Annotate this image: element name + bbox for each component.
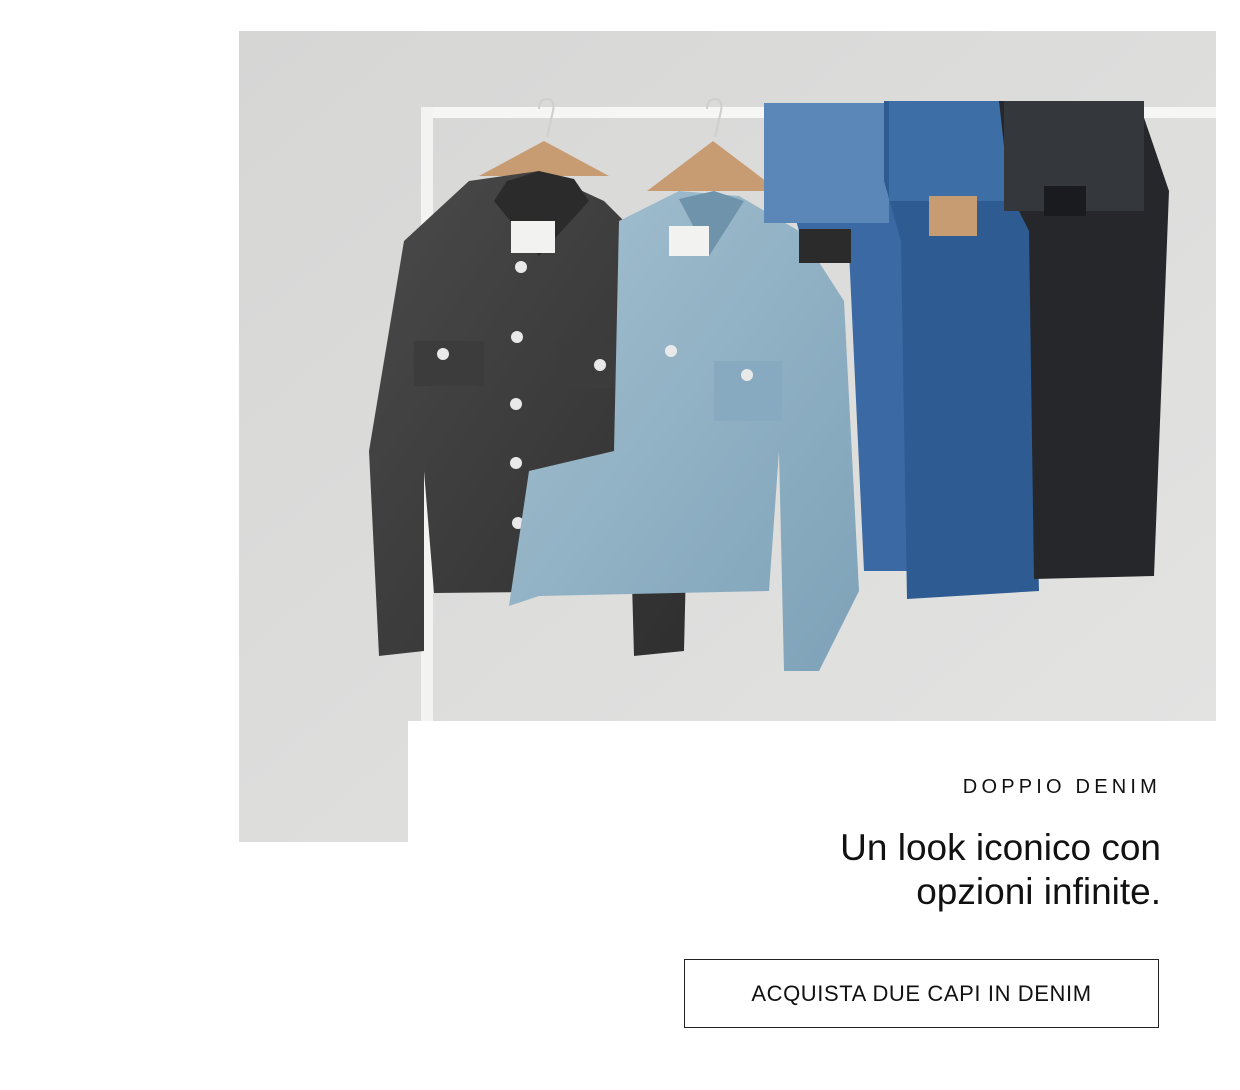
headline-line-1: Un look iconico con (840, 827, 1161, 868)
hero-headline: Un look iconico con opzioni infinite. (641, 826, 1161, 914)
section-eyebrow: DOPPIO DENIM (962, 776, 1161, 798)
headline-line-2: opzioni infinite. (916, 871, 1161, 912)
shop-denim-button[interactable]: ACQUISTA DUE CAPI IN DENIM (684, 959, 1159, 1028)
